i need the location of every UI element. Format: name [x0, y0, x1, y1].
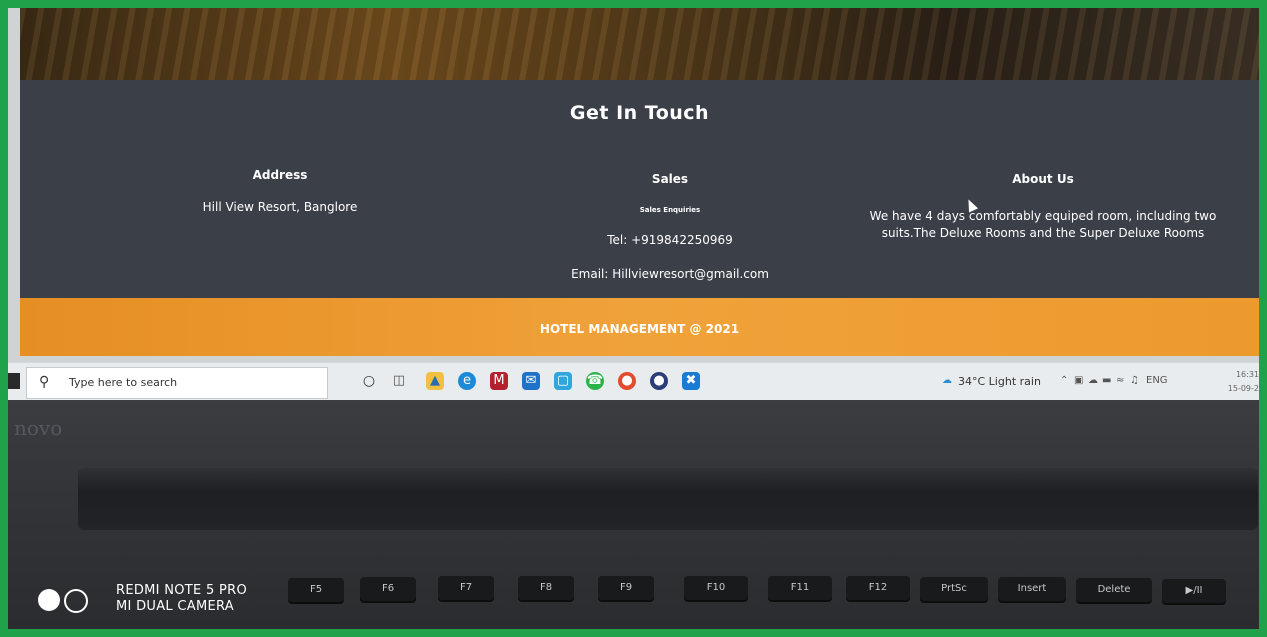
sales-email[interactable]: Email: Hillviewresort@gmail.com	[520, 267, 820, 281]
key-prtsc: PrtSc	[920, 577, 988, 601]
laptop-screen: Get In Touch Address Hill View Resort, B…	[8, 8, 1259, 400]
weather-text[interactable]: 34°C Light rain	[958, 375, 1041, 388]
mail-icon[interactable]: ✉	[522, 372, 540, 390]
watermark-line1: REDMI NOTE 5 PRO	[116, 583, 247, 598]
camera-dot-filled-icon	[38, 589, 60, 611]
vscode-icon[interactable]: ✖	[682, 372, 700, 390]
meet-now-icon[interactable]: ▣	[1074, 375, 1083, 386]
file-explorer-icon[interactable]: ▲	[426, 372, 444, 390]
edge-icon[interactable]: e	[458, 372, 476, 390]
task-view-icon[interactable]: ◫	[390, 372, 408, 390]
watermark-line2: MI DUAL CAMERA	[116, 599, 234, 614]
address-column: Address Hill View Resort, Banglore	[170, 168, 390, 214]
sales-tel[interactable]: Tel: +919842250969	[520, 233, 820, 247]
windows-start-icon[interactable]	[8, 373, 20, 389]
wifi-icon[interactable]: ≈	[1116, 375, 1124, 386]
clock-date: 15-09-2	[1227, 384, 1259, 393]
footer-bar: HOTEL MANAGEMENT @ 2021	[20, 298, 1259, 356]
about-column: About Us We have 4 days comfortably equi…	[848, 172, 1238, 242]
chrome-icon[interactable]: ●	[618, 372, 636, 390]
taskbar-search-box[interactable]: ⚲ Type here to search	[26, 367, 328, 399]
laptop-hinge	[78, 468, 1258, 530]
key-play-pause: ▶/II	[1162, 579, 1226, 603]
contact-title: Get In Touch	[569, 102, 710, 124]
key-insert: Insert	[998, 577, 1066, 601]
taskbar-clock[interactable]: 16:31 15-09-2	[1228, 368, 1259, 396]
key-f7: F7	[438, 576, 494, 600]
onedrive-icon[interactable]: ☁	[1088, 375, 1098, 386]
volume-icon[interactable]: ♫	[1130, 375, 1139, 386]
key-f11: F11	[768, 576, 832, 600]
sales-heading: Sales	[651, 172, 689, 186]
eclipse-icon[interactable]: ●	[650, 372, 668, 390]
store-icon[interactable]: ▢	[554, 372, 572, 390]
laptop-brand-logo: novo	[14, 416, 63, 440]
search-icon: ⚲	[39, 374, 50, 390]
key-f8: F8	[518, 576, 574, 600]
camera-watermark-text: REDMI NOTE 5 PRO MI DUAL CAMERA	[116, 583, 247, 615]
contact-section: Get In Touch Address Hill View Resort, B…	[20, 80, 1259, 298]
key-delete: Delete	[1076, 578, 1152, 602]
key-f9: F9	[598, 576, 654, 600]
show-hidden-icons-icon[interactable]: ⌃	[1060, 375, 1068, 386]
whatsapp-icon[interactable]: ☎	[586, 372, 604, 390]
key-f6: F6	[360, 577, 416, 601]
sales-column: Sales Sales Enquiries Tel: +919842250969…	[520, 172, 820, 281]
cortana-icon[interactable]: ○	[360, 372, 378, 390]
address-text: Hill View Resort, Banglore	[202, 200, 358, 214]
about-text: We have 4 days comfortably equiped room,…	[869, 209, 1217, 240]
photo: Get In Touch Address Hill View Resort, B…	[8, 8, 1259, 629]
footer-text: HOTEL MANAGEMENT @ 2021	[539, 322, 740, 336]
clock-time: 16:31	[1235, 370, 1259, 379]
weather-icon: ☁	[942, 375, 952, 386]
search-placeholder[interactable]: Type here to search	[69, 376, 177, 389]
battery-icon[interactable]: ▬	[1102, 375, 1111, 386]
windows-taskbar: ⚲ Type here to search ○ ◫ ▲ e M ✉ ▢ ☎ ● …	[8, 362, 1259, 400]
hero-image	[20, 8, 1259, 80]
about-heading: About Us	[1012, 172, 1074, 186]
key-f12: F12	[846, 576, 910, 600]
mcafee-icon[interactable]: M	[490, 372, 508, 390]
key-f10: F10	[684, 576, 748, 600]
sales-subheading: Sales Enquiries	[639, 206, 701, 214]
key-f5: F5	[288, 578, 344, 602]
address-heading: Address	[252, 168, 308, 182]
language-indicator[interactable]: ENG	[1146, 375, 1168, 386]
camera-dot-ring-icon	[64, 589, 88, 613]
